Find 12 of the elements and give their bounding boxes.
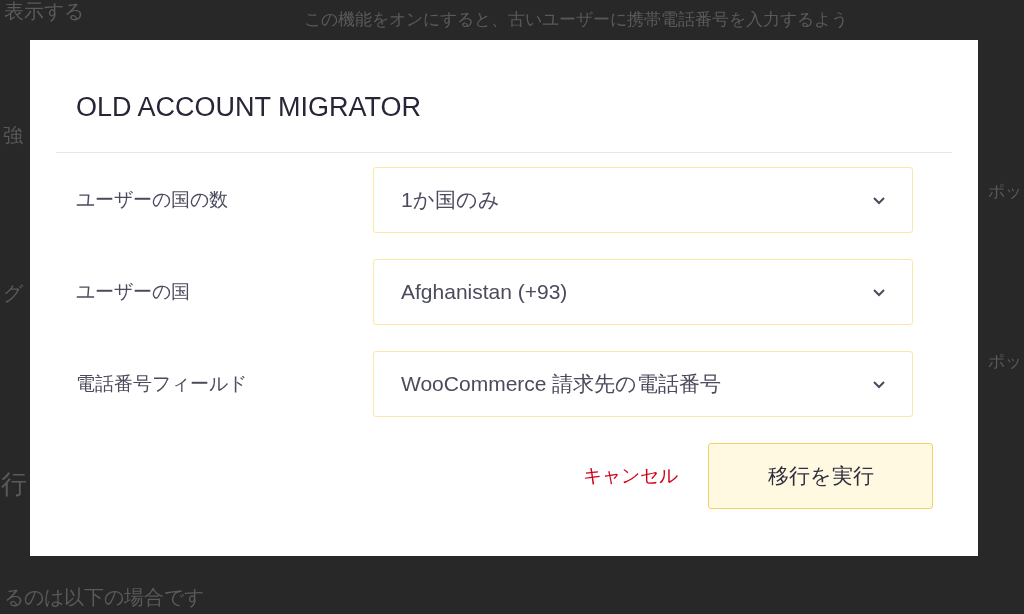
- dropdown[interactable]: 1か国のみ: [373, 167, 913, 233]
- field-label: 電話番号フィールド: [75, 371, 248, 396]
- field-label: ユーザーの国: [75, 279, 191, 304]
- chevron-down-icon: [872, 379, 886, 389]
- dialog-title: OLD ACCOUNT MIGRATOR: [76, 92, 423, 124]
- cancel-link[interactable]: キャンセル: [583, 463, 678, 489]
- chevron-down-icon: [872, 287, 886, 297]
- chevron-down-icon: [872, 195, 886, 205]
- run-migration-button[interactable]: 移行を実行: [708, 443, 933, 509]
- dropdown[interactable]: WooCommerce 請求先の電話番号: [373, 351, 913, 417]
- dropdown[interactable]: Afghanistan (+93): [373, 259, 913, 325]
- field-label: ユーザーの国の数: [75, 187, 229, 212]
